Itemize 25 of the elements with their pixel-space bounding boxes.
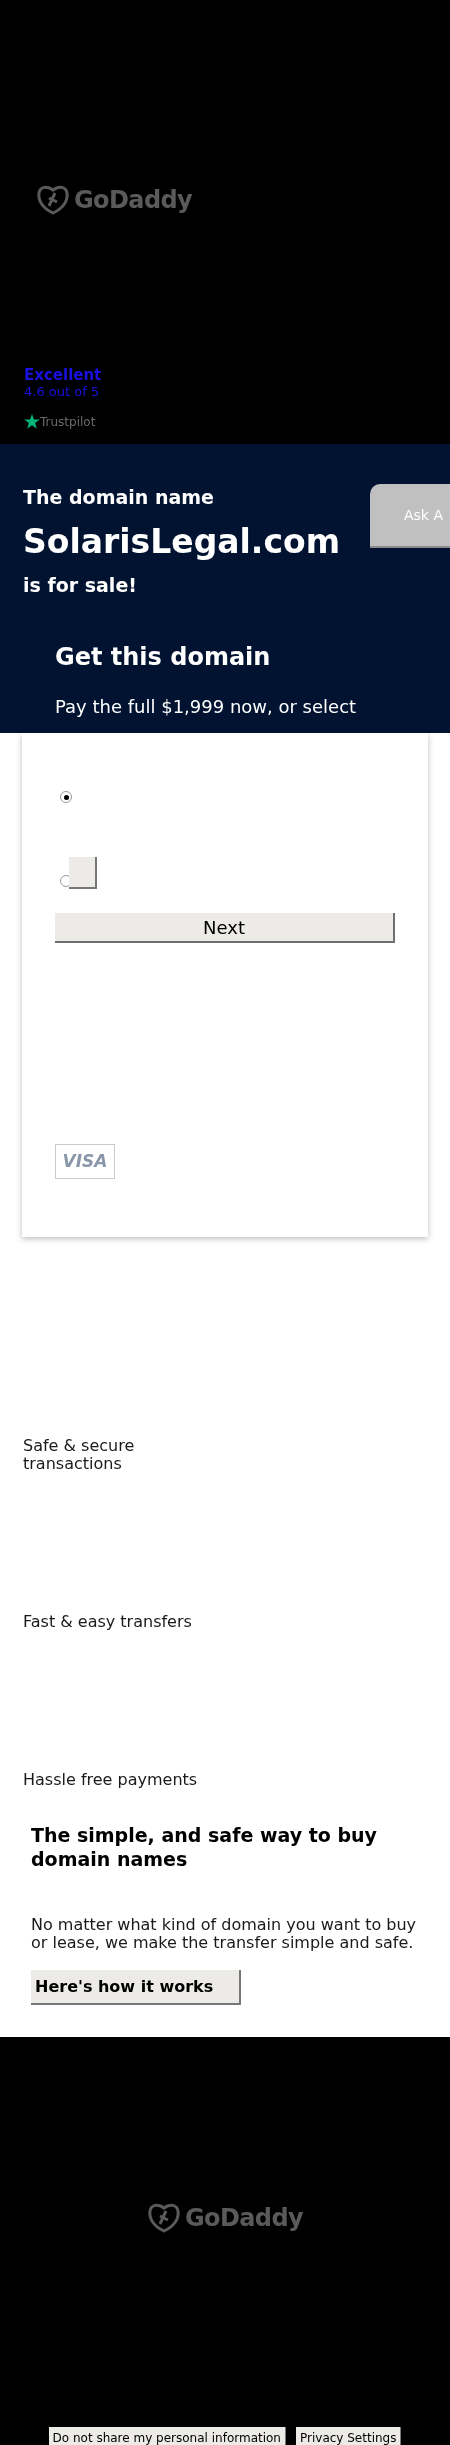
radio-button[interactable] [60,791,72,803]
feature-label: Fast & easy transfers [23,1613,192,1631]
trustpilot-label: Trustpilot [40,415,96,429]
hero-outro: is for sale! [23,573,138,598]
info-text: No matter what kind of domain you want to buy or lease, we make the transfer simple and safe. [31,1916,418,1952]
card-title: Get this domain [55,642,272,672]
domain-name: SolarisLegal.com [23,522,341,562]
footer-button[interactable]: Do not share my personal information [48,2427,286,2445]
card-description: Pay the full $1,999 now, or select [55,696,357,718]
hero-intro: The domain name [23,485,215,510]
star-icon [24,414,40,429]
option-button[interactable] [69,857,97,889]
rating-score: 4.6 out of 5 [24,384,100,400]
logo-icon [146,2202,181,2234]
feature-label: Safe & secure transactions [23,1437,136,1473]
feature-label: Hassle free payments [23,1771,198,1789]
info-heading: The simple, and safe way to buy domain names [31,1823,378,1871]
logo-wordmark: GoDaddy [184,2203,304,2234]
how-it-works-button[interactable]: Here's how it works [31,1970,241,2005]
visa-badge: VISA [55,1144,115,1179]
footer-button[interactable]: Privacy Settings [296,2427,402,2445]
rating-label: Excellent [24,366,102,384]
logo-icon [36,184,70,216]
logo-wordmark: GoDaddy [74,185,193,216]
next-button[interactable]: Next [55,913,395,943]
